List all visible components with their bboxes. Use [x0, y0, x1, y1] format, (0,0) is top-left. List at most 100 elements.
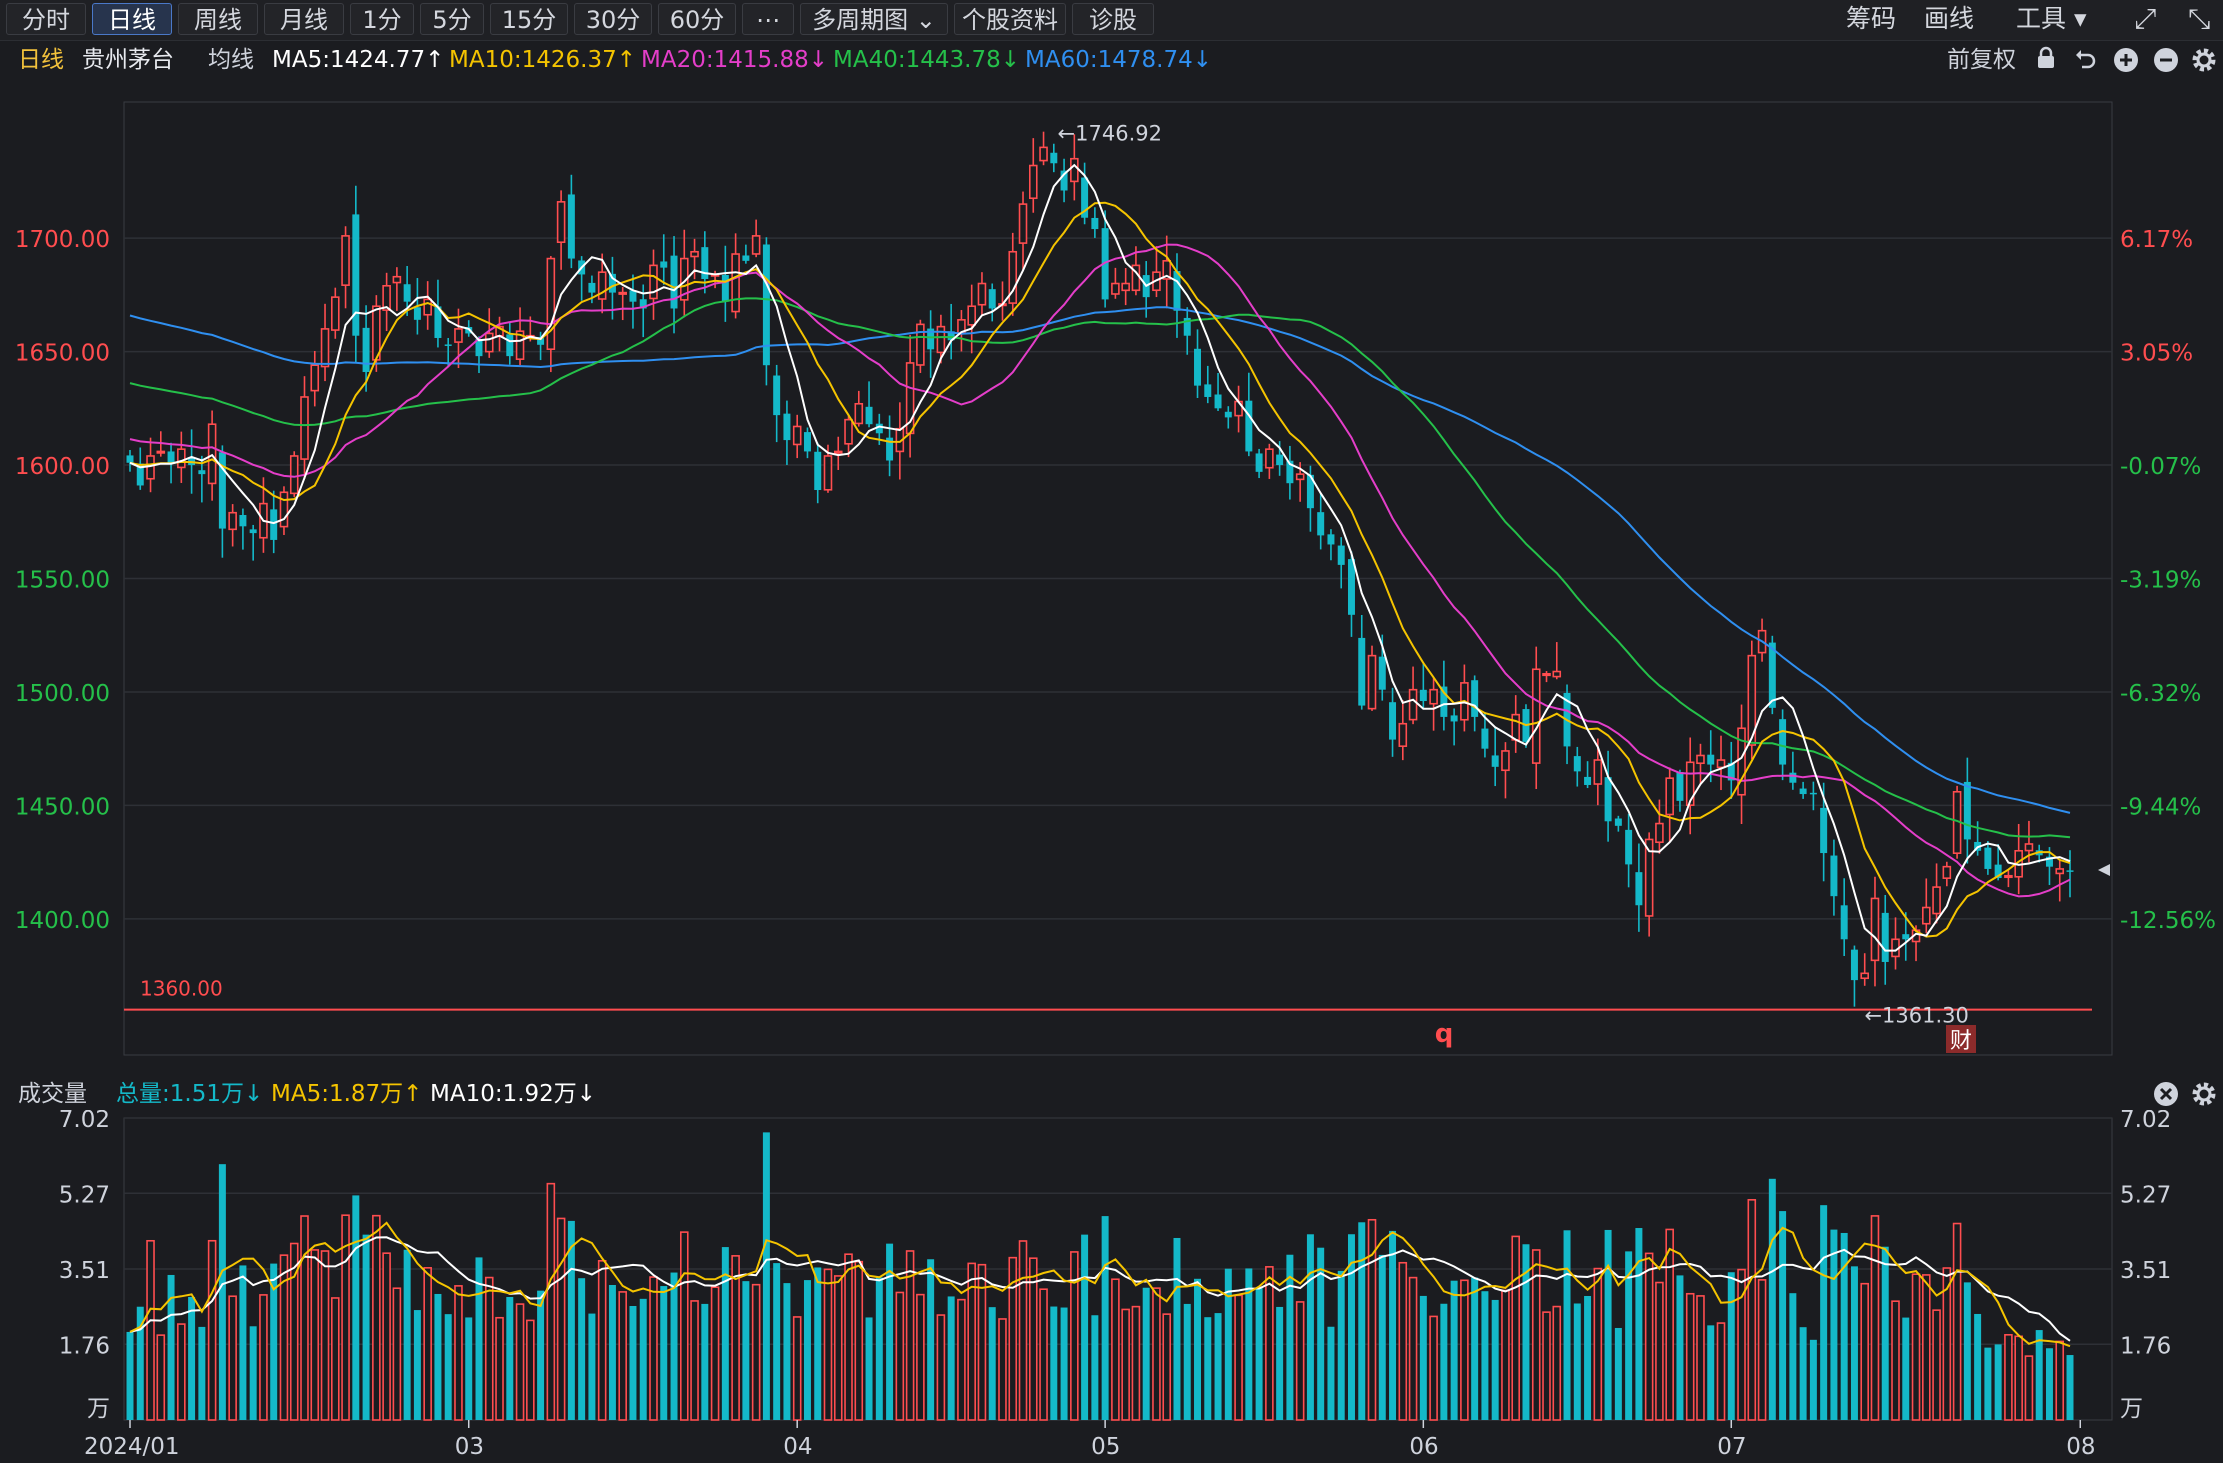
candle-body — [1716, 759, 1726, 769]
candle-body — [1091, 217, 1099, 230]
stock-name[interactable]: 贵州茅台 — [82, 44, 174, 76]
candle-body — [341, 235, 350, 286]
volume-bar — [495, 1316, 504, 1421]
volume-bar — [156, 1334, 166, 1421]
candle-body — [1389, 702, 1397, 740]
volume-bar — [823, 1268, 833, 1421]
volume-bar — [803, 1280, 811, 1420]
candle-body — [1850, 949, 1858, 981]
candle — [1685, 737, 1695, 835]
volume-tick-label: 7.02 — [59, 1110, 110, 1133]
x-tick-label: 05 — [1091, 1434, 1120, 1460]
toolbar-button-2[interactable]: 周线 — [178, 3, 258, 35]
ma20-value: MA20:1415.88↓ — [641, 47, 828, 73]
price-tick-label: 1450.00 — [15, 794, 110, 820]
toolbar-button-4[interactable]: 1分 — [350, 3, 414, 35]
volume-bar — [588, 1313, 596, 1420]
candle — [310, 351, 320, 407]
volume-bar — [701, 1303, 709, 1420]
candle-body — [1398, 722, 1408, 747]
candle — [506, 322, 514, 365]
volume-bar — [1655, 1281, 1664, 1421]
undo-icon[interactable] — [2073, 47, 2097, 80]
candle-body — [320, 328, 330, 368]
candle-body — [670, 255, 678, 309]
lock-icon[interactable] — [2035, 46, 2057, 79]
tools-menu[interactable]: 工具 ▾ — [2016, 3, 2087, 35]
collapse-icon[interactable]: ⤡ — [2188, 3, 2210, 35]
candle-body — [844, 418, 853, 445]
volume-bar — [1614, 1327, 1622, 1420]
toolbar-button-11[interactable]: 个股资料 — [954, 3, 1066, 35]
volume-bar — [1757, 1279, 1767, 1421]
zoom-out-icon[interactable] — [2153, 47, 2179, 82]
candle — [1204, 365, 1212, 404]
x-tick-label: 04 — [783, 1434, 812, 1460]
candle — [803, 427, 811, 459]
volume-bar — [1081, 1234, 1089, 1420]
toolbar-button-7[interactable]: 30分 — [574, 3, 652, 35]
volume-bar — [556, 1217, 566, 1421]
candle — [1552, 642, 1562, 680]
ma-label[interactable]: 均线 — [208, 44, 254, 76]
candle — [1091, 207, 1099, 238]
candle-body — [1902, 934, 1910, 940]
volume-bar — [1891, 1300, 1900, 1421]
high-annotation: ←1746.92 — [1058, 122, 1162, 146]
volume-bar — [1204, 1317, 1212, 1420]
candlestick-chart[interactable]: 1700.00 6.17% 1650.00 3.05% 1600.00 -0.07% 155… — [0, 80, 2223, 1080]
toolbar-button-0[interactable]: 分时 — [6, 3, 86, 35]
volume-bar — [1779, 1211, 1787, 1420]
volume-bar — [1265, 1266, 1274, 1421]
volume-bar — [331, 1297, 340, 1421]
candle-body — [773, 375, 781, 416]
candle-body — [1942, 865, 1952, 879]
volume-bar — [1974, 1313, 1982, 1420]
candle-body — [1768, 642, 1776, 708]
toolbar-button-12[interactable]: 诊股 — [1072, 3, 1154, 35]
volume-bar — [1378, 1254, 1386, 1420]
chips-button[interactable]: 筹码 — [1846, 3, 1896, 35]
candle — [679, 229, 689, 318]
volume-bar — [1707, 1325, 1715, 1420]
toolbar-button-6[interactable]: 15分 — [490, 3, 568, 35]
candle-body — [1604, 777, 1612, 822]
toolbar-button-1[interactable]: 日线 — [92, 3, 172, 35]
draw-line-button[interactable]: 画线 — [1924, 3, 1974, 35]
volume-bar — [1429, 1315, 1438, 1421]
candle — [660, 234, 668, 285]
toolbar-button-9[interactable]: ⋯ — [742, 3, 794, 35]
volume-bar — [1747, 1199, 1757, 1421]
volume-bar — [1501, 1289, 1510, 1421]
percent-tick-label: -3.19% — [2120, 568, 2201, 594]
volume-chart[interactable]: 7.02 7.02 5.27 5.27 3.51 3.51 1.76 1.76 万 万 2024/0… — [0, 1110, 2223, 1463]
volume-bar — [865, 1317, 873, 1420]
candle — [629, 274, 637, 329]
candle — [1511, 695, 1521, 753]
candle-body — [279, 491, 289, 528]
toolbar-button-8[interactable]: 60分 — [658, 3, 736, 35]
toolbar-button-5[interactable]: 5分 — [420, 3, 484, 35]
zoom-in-icon[interactable] — [2113, 47, 2139, 82]
volume-bar — [362, 1234, 370, 1420]
adjust-button[interactable]: 前复权 — [1947, 44, 2016, 76]
volume-bar — [228, 1295, 237, 1421]
settings-gear-icon[interactable] — [2191, 47, 2217, 82]
volume-bar — [1994, 1344, 2002, 1420]
volume-bar — [792, 1316, 802, 1421]
volume-bar — [1060, 1307, 1068, 1420]
candle-body — [1255, 453, 1263, 472]
candle-body — [177, 448, 186, 469]
volume-bar — [844, 1253, 853, 1421]
volume-bar — [1327, 1326, 1335, 1420]
candle — [1542, 671, 1551, 683]
candle-body — [1450, 715, 1458, 722]
candle-body — [1830, 855, 1838, 897]
toolbar-button-3[interactable]: 月线 — [264, 3, 344, 35]
candle — [1625, 813, 1633, 888]
candle-body — [1367, 654, 1377, 710]
candle — [1604, 750, 1612, 842]
price-tick-label: 1550.00 — [15, 568, 110, 594]
expand-icon[interactable]: ⤢ — [2134, 3, 2156, 35]
toolbar-button-10[interactable]: 多周期图 ⌄ — [800, 3, 948, 35]
